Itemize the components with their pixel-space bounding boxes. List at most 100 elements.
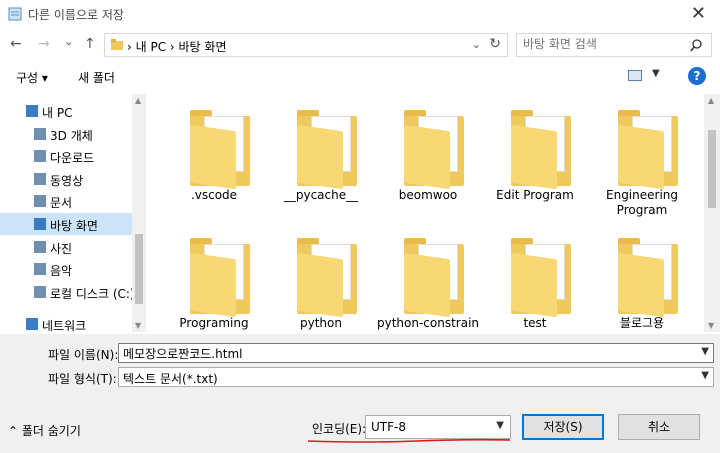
file-name: Programing [179, 316, 249, 330]
breadcrumb[interactable]: › 내 PC › 바탕 화면 [127, 38, 227, 55]
encoding-label: 인코딩(E): [312, 422, 367, 436]
encoding-value: UTF-8 [371, 420, 406, 434]
notepad-icon [8, 7, 22, 21]
file-list: .vscode __pycache__ beomwoo Edit Program Eng… [150, 94, 704, 332]
chevron-down-icon[interactable]: ▼ [701, 370, 709, 381]
file-name: test [523, 316, 547, 330]
chevron-down-icon[interactable]: ▼ [701, 346, 709, 357]
file-item[interactable]: beomwoo [374, 100, 482, 210]
nav-item[interactable]: 사진 [0, 236, 132, 258]
title-bar: 다른 이름으로 저장 ✕ [0, 0, 720, 30]
nav-item[interactable]: 로컬 디스크 (C:) [0, 281, 135, 303]
up-arrow-icon[interactable]: ↑ [84, 36, 96, 52]
pictures-icon [34, 240, 46, 253]
help-icon[interactable]: ? [688, 67, 706, 85]
nav-item-label: 바탕 화면 [50, 219, 98, 233]
nav-item[interactable]: 음악 [0, 258, 132, 280]
organize-button[interactable]: 구성 ▾ [16, 69, 48, 86]
file-item[interactable]: python [267, 228, 375, 332]
chevron-down-icon[interactable]: ▼ [652, 68, 660, 79]
nav-item[interactable]: 내 PC [0, 100, 132, 122]
hide-folders-button[interactable]: ⌃ 폴더 숨기기 [8, 422, 81, 439]
nav-item-label: 내 PC [42, 106, 73, 120]
forward-arrow-icon[interactable]: → [38, 36, 50, 52]
address-bar[interactable]: › 내 PC › 바탕 화면 ⌄ ↻ [104, 33, 508, 57]
view-options-icon[interactable] [628, 70, 642, 81]
videos-icon [34, 172, 46, 185]
new-folder-button[interactable]: 새 폴더 [78, 69, 115, 86]
navigation-pane: 내 PC 3D 개체다운로드동영상문서바탕 화면사진음악로컬 디스크 (C:) 네트… [0, 94, 146, 332]
scroll-down-icon[interactable]: ▼ [708, 321, 714, 330]
file-name: beomwoo [398, 188, 458, 202]
folder-icon [511, 238, 571, 318]
folder-icon [404, 110, 464, 190]
file-item[interactable]: .vscode [160, 100, 268, 210]
recent-locations-icon[interactable]: ⌄ [64, 35, 73, 48]
window-title: 다른 이름으로 저장 [28, 8, 124, 22]
search-box[interactable] [516, 33, 712, 57]
filename-input[interactable] [123, 346, 683, 360]
folder-icon [297, 238, 357, 318]
file-item[interactable]: __pycache__ [267, 100, 375, 210]
nav-item[interactable]: 문서 [0, 190, 132, 212]
desktop-icon [34, 218, 46, 230]
search-icon[interactable] [690, 39, 703, 52]
folder-icon [618, 110, 678, 190]
encoding-select[interactable]: UTF-8 ▼ [365, 415, 511, 439]
back-arrow-icon[interactable]: ← [10, 36, 22, 52]
nav-item-label: 다운로드 [50, 151, 95, 166]
save-button[interactable]: 저장(S) [522, 414, 604, 440]
file-item[interactable]: 블로그용 [588, 228, 696, 332]
filename-field[interactable]: ▼ [118, 343, 714, 363]
save-form: 파일 이름(N): ▼ 파일 형식(T): 텍스트 문서(*.txt) ▼ ⌃ … [0, 334, 720, 453]
folder-icon [618, 238, 678, 318]
nav-item-label: 3D 개체 [50, 128, 93, 143]
chevron-down-icon[interactable]: ▼ [496, 420, 504, 431]
file-name: Engineering Program [606, 188, 678, 217]
filetype-label: 파일 형식(T): [48, 372, 117, 386]
file-item[interactable]: Programing [160, 228, 268, 332]
nav-item-label: 로컬 디스크 (C:) [50, 286, 135, 301]
nav-item-label: 동영상 [50, 173, 84, 188]
nav-item[interactable]: 3D 개체 [0, 123, 132, 145]
folder-icon [297, 110, 357, 190]
nav-item-label: 네트워크 [42, 319, 87, 332]
file-name: __pycache__ [283, 188, 359, 202]
disk-icon [34, 285, 46, 298]
downloads-icon [34, 150, 46, 163]
file-item[interactable]: python-constrain [374, 228, 482, 332]
file-item[interactable]: Edit Program [481, 100, 589, 210]
folder-icon [404, 238, 464, 318]
scroll-up-icon[interactable]: ▲ [708, 96, 714, 105]
nav-item[interactable]: 바탕 화면 [0, 213, 132, 235]
file-name: Edit Program [496, 188, 574, 202]
close-icon[interactable]: ✕ [691, 3, 706, 24]
nav-item-label: 음악 [50, 264, 73, 279]
pc-icon [26, 105, 38, 117]
documents-icon [34, 195, 46, 208]
file-name: python-constrain [376, 316, 480, 330]
filetype-value: 텍스트 문서(*.txt) [123, 372, 218, 386]
folder-icon [511, 110, 571, 190]
nav-item[interactable]: 다운로드 [0, 145, 132, 167]
file-name: python [300, 316, 342, 330]
file-item[interactable]: Engineering Program [588, 100, 696, 217]
cancel-button[interactable]: 취소 [618, 414, 700, 440]
filetype-select[interactable]: 텍스트 문서(*.txt) ▼ [118, 367, 714, 387]
refresh-icon[interactable]: ↻ [489, 36, 501, 52]
scroll-up-icon[interactable]: ▲ [135, 96, 141, 105]
chevron-down-icon[interactable]: ⌄ [472, 38, 481, 51]
content-scrollbar[interactable]: ▲ ▼ [704, 94, 720, 332]
filename-label: 파일 이름(N): [48, 348, 119, 362]
folder-icon [190, 110, 250, 190]
scroll-thumb[interactable] [708, 130, 716, 208]
nav-item[interactable]: 네트워크 [0, 313, 132, 332]
search-input[interactable] [523, 37, 683, 51]
red-underline-annotation [307, 438, 511, 443]
scroll-down-icon[interactable]: ▼ [135, 321, 141, 330]
nav-item[interactable]: 동영상 [0, 168, 132, 190]
nav-scrollbar[interactable]: ▲ ▼ [132, 94, 146, 332]
file-item[interactable]: test [481, 228, 589, 332]
toolbar: 구성 ▾ 새 폴더 ▼ ? [0, 62, 720, 92]
scroll-thumb[interactable] [135, 234, 143, 304]
